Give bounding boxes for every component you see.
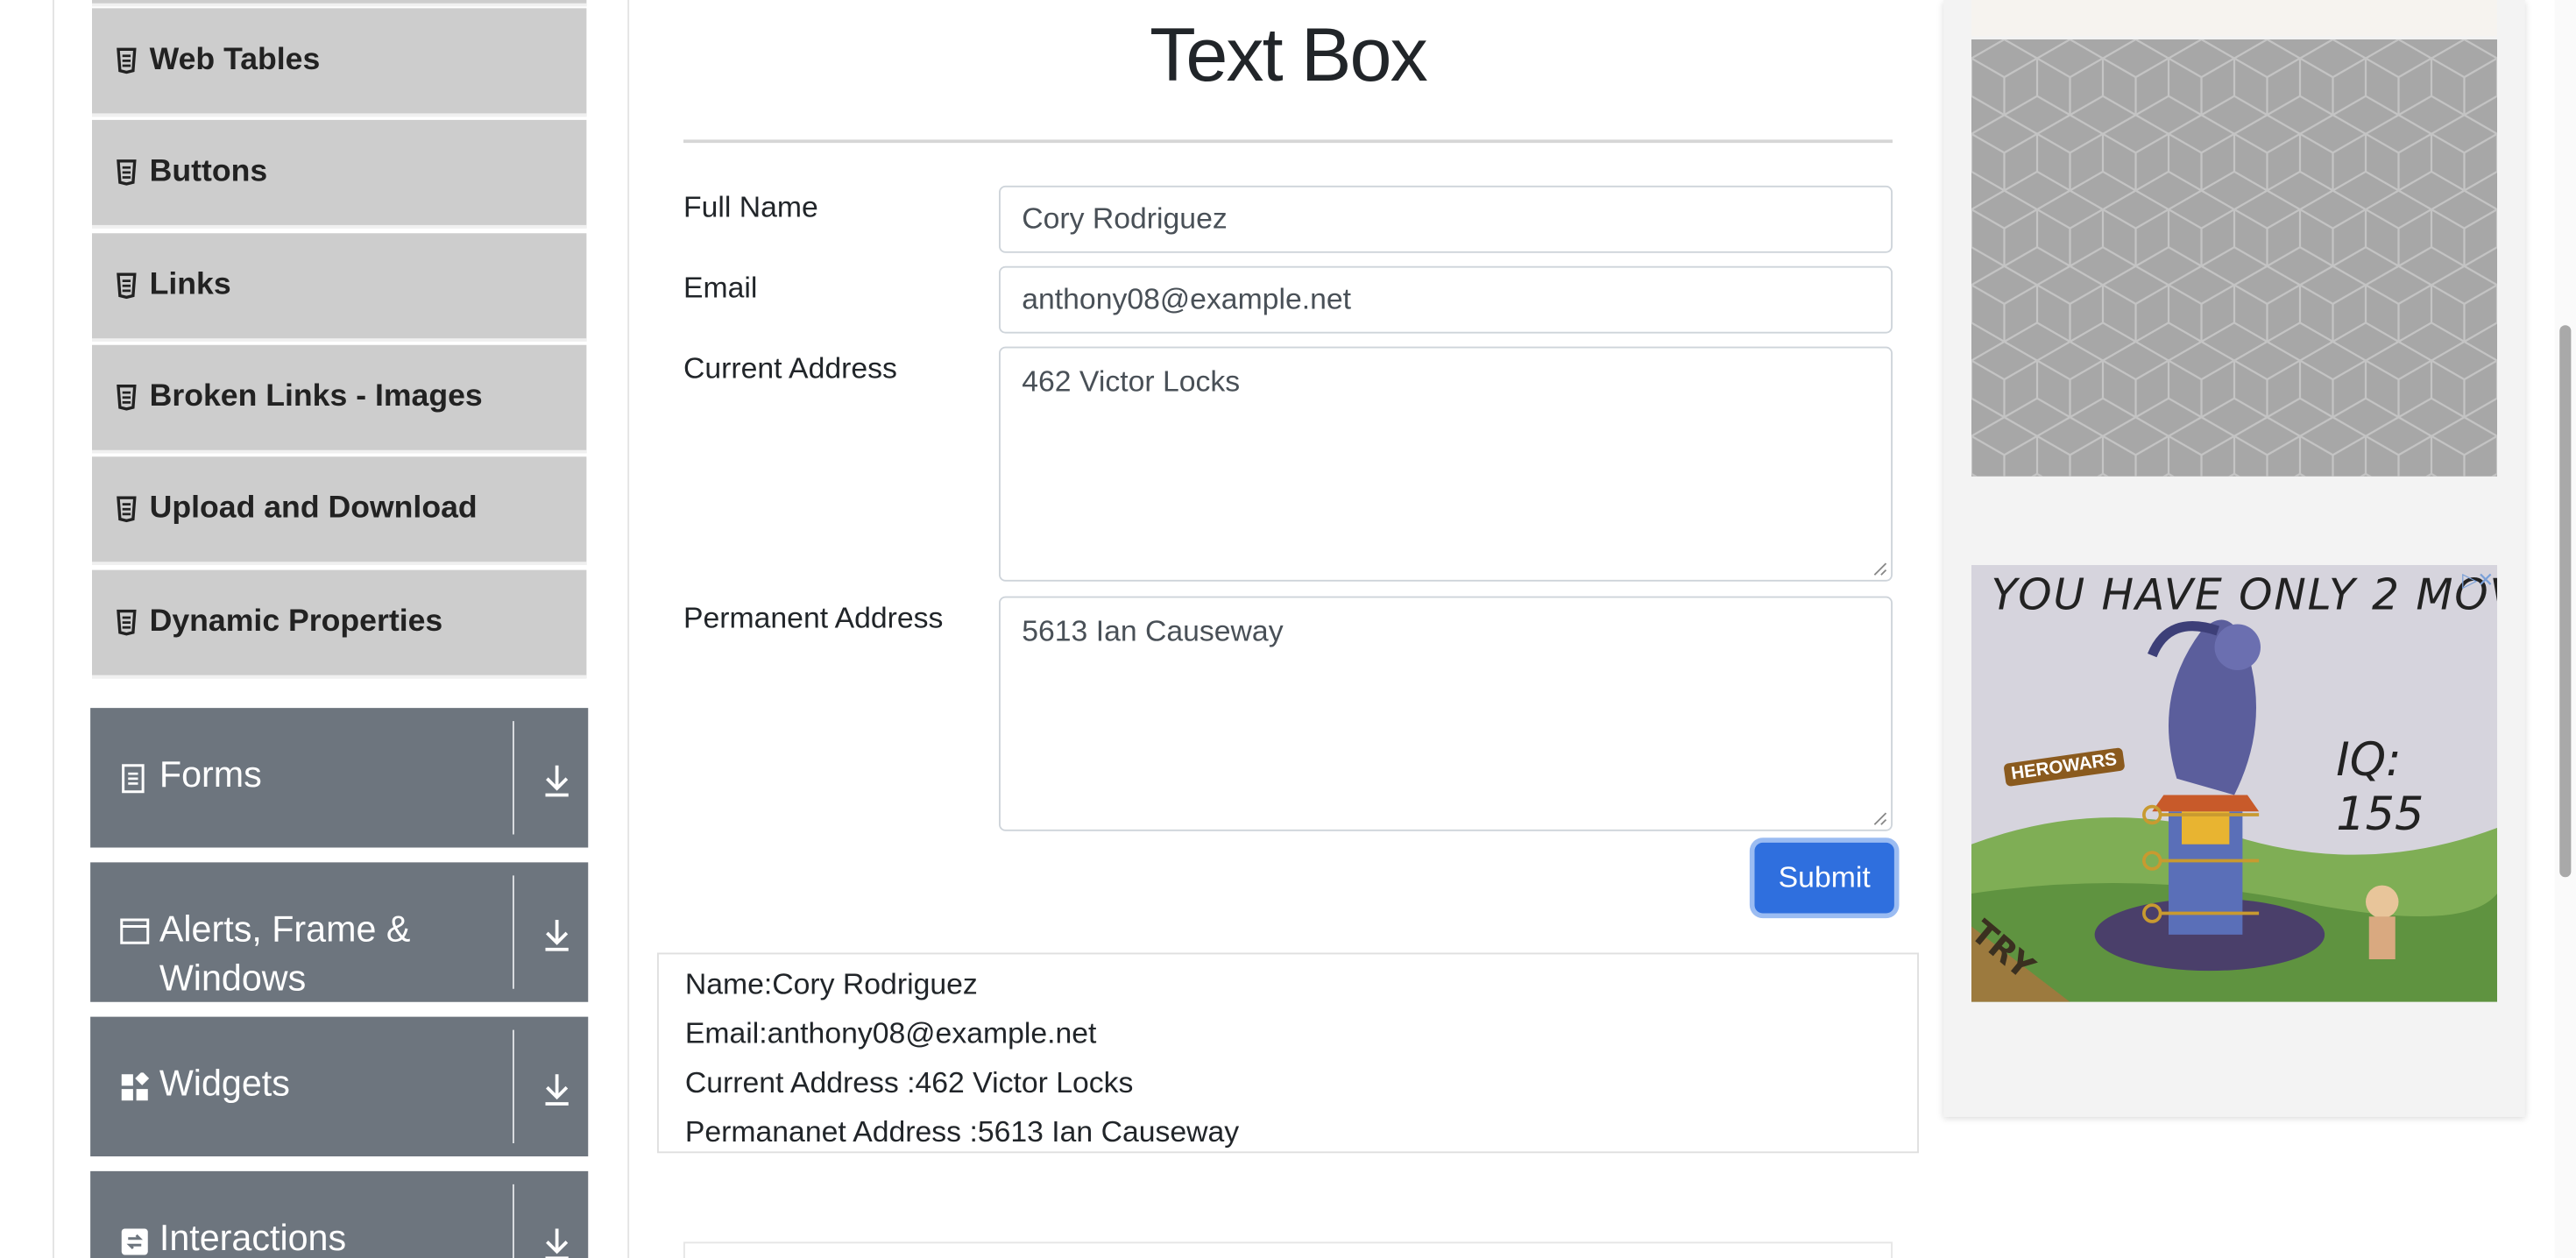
next-section-box — [683, 1241, 1893, 1258]
ad-iq-text: IQ: 155 — [2336, 732, 2424, 841]
page: Web Tables Buttons Links Broken Links - … — [0, 0, 2576, 1258]
resize-grip-icon[interactable] — [1873, 811, 1888, 826]
page-title: Text Box — [1150, 11, 1428, 97]
download-arrow-icon[interactable] — [541, 762, 574, 798]
output-current-address: Current Address :462 Victor Locks — [684, 1065, 1134, 1099]
group-interactions[interactable]: Interactions — [90, 1170, 589, 1258]
ad-pattern-banner[interactable] — [1971, 39, 2497, 477]
group-divider — [513, 1029, 514, 1143]
group-label: Widgets — [159, 1063, 290, 1104]
sidebar-item-broken-links[interactable]: Broken Links - Images — [92, 344, 587, 454]
download-arrow-icon[interactable] — [541, 1226, 574, 1258]
output-name: Name:Cory Rodriguez — [684, 967, 978, 1000]
sidebar-border — [627, 0, 630, 1258]
list-icon — [115, 159, 138, 186]
current-address-textarea[interactable]: 462 Victor Locks — [999, 346, 1893, 582]
list-icon — [115, 272, 138, 300]
cube-pattern-image — [1971, 39, 2497, 477]
full-name-label: Full Name — [683, 190, 818, 224]
sidebar-item-label: Dynamic Properties — [149, 604, 443, 640]
ad-top-strip[interactable] — [1971, 0, 2497, 37]
group-label: Interactions — [159, 1217, 347, 1258]
list-icon — [115, 496, 138, 523]
ad-close-icon[interactable]: ▷✕ — [2462, 569, 2494, 591]
permanent-address-value: 5613 Ian Causeway — [1022, 614, 1284, 647]
ad-headline: YOU HAVE ONLY 2 MOVES — [1991, 571, 2498, 621]
permanent-address-label: Permanent Address — [683, 601, 944, 634]
group-label: Alerts, Frame & Windows — [159, 908, 411, 999]
full-name-input[interactable]: Cory Rodriguez — [999, 185, 1893, 253]
sidebar-item-buttons[interactable]: Buttons — [92, 119, 587, 229]
title-divider — [683, 139, 1893, 144]
window-icon — [120, 918, 150, 948]
sidebar-item-label: Web Tables — [149, 42, 321, 78]
group-widgets[interactable]: Widgets — [90, 1016, 589, 1156]
submit-button[interactable]: Submit — [1754, 842, 1894, 914]
previous-menu-item[interactable] — [92, 0, 587, 7]
widgets-icon — [120, 1071, 150, 1102]
group-divider — [513, 1184, 514, 1258]
email-label: Email — [683, 271, 758, 304]
resize-grip-icon[interactable] — [1873, 562, 1888, 576]
sidebar-item-web-tables[interactable]: Web Tables — [92, 8, 587, 117]
left-border — [53, 0, 54, 1258]
group-divider — [513, 721, 514, 835]
sidebar-item-label: Upload and Download — [149, 491, 478, 526]
group-divider — [513, 875, 514, 989]
document-icon — [120, 764, 150, 794]
game-ad[interactable]: YOU HAVE ONLY 2 MOVES IQ: 155 HEROWARS T… — [1971, 565, 2497, 1002]
sidebar-item-dynamic-properties[interactable]: Dynamic Properties — [92, 569, 587, 679]
output-panel: Name:Cory Rodriguez Email:anthony08@exam… — [657, 952, 1919, 1154]
list-icon — [115, 384, 138, 411]
output-permanent-address: Permananet Address :5613 Ian Causeway — [684, 1115, 1240, 1148]
list-icon — [115, 47, 138, 74]
interactions-icon — [120, 1227, 150, 1257]
download-arrow-icon[interactable] — [541, 1071, 574, 1107]
sidebar-item-upload-download[interactable]: Upload and Download — [92, 456, 587, 565]
list-icon — [115, 609, 138, 636]
sidebar-item-label: Buttons — [149, 154, 268, 189]
sidebar-item-label: Links — [149, 267, 231, 302]
sidebar-item-label: Broken Links - Images — [149, 379, 483, 414]
current-address-value: 462 Victor Locks — [1022, 364, 1241, 398]
sidebar-item-links[interactable]: Links — [92, 233, 587, 342]
permanent-address-textarea[interactable]: 5613 Ian Causeway — [999, 596, 1893, 831]
group-forms[interactable]: Forms — [90, 708, 589, 848]
group-label: Forms — [159, 753, 262, 795]
scrollbar-thumb[interactable] — [2559, 325, 2572, 878]
current-address-label: Current Address — [683, 351, 897, 385]
group-alerts-frame-windows[interactable]: Alerts, Frame & Windows — [90, 862, 589, 1002]
output-email: Email:anthony08@example.net — [684, 1016, 1097, 1050]
email-input[interactable]: anthony08@example.net — [999, 265, 1893, 334]
download-arrow-icon[interactable] — [541, 916, 574, 952]
